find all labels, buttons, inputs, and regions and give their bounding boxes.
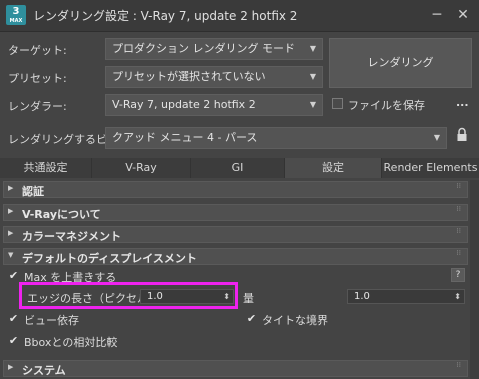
close-button[interactable]: ✕ [452, 4, 474, 26]
minimize-icon: ─ [432, 7, 442, 23]
rollout-title: デフォルトのディスプレイスメント [22, 252, 197, 265]
tab-gi[interactable]: GI [191, 158, 285, 178]
help-button[interactable]: ? [451, 268, 465, 282]
renderer-label: レンダラー: [8, 100, 67, 113]
preset-value: プリセットが選択されていない [112, 70, 266, 83]
app-icon-number: 3 [12, 6, 20, 17]
expand-right-icon: ▶ [8, 229, 14, 237]
window-title: レンダリング設定 : V-Ray 7, update 2 hotfix 2 [33, 9, 298, 23]
save-file-label: ファイルを保存 [348, 99, 425, 112]
grip-icon: ⁞⁞ [456, 205, 461, 213]
preset-dropdown[interactable]: プリセットが選択されていない ▼ [105, 66, 323, 88]
app-max-icon: 3 MAX [6, 5, 26, 25]
tab-vray[interactable]: V-Ray [92, 158, 191, 178]
chevron-down-icon: ▼ [309, 44, 316, 53]
tab-settings[interactable]: 設定 [285, 158, 382, 178]
rollout-title: システム [22, 364, 66, 377]
tab-render-elements[interactable]: Render Elements [382, 158, 479, 178]
rollout-title: カラーマネジメント [22, 230, 121, 243]
amount-value: 1.0 [354, 291, 370, 302]
target-label: ターゲット: [8, 44, 67, 57]
minimize-button[interactable]: ─ [426, 4, 448, 26]
grip-icon: ⁞⁞ [456, 361, 461, 369]
expand-right-icon: ▶ [8, 184, 14, 192]
rollout-color-management[interactable]: ▶ カラーマネジメント ⁞⁞ [3, 226, 468, 243]
chevron-down-icon: ▼ [309, 72, 316, 81]
expand-right-icon: ▶ [8, 207, 14, 215]
rollout-system[interactable]: ▶ システム ⁞⁞ [3, 360, 468, 377]
rollout-about[interactable]: ▶ V-Rayについて ⁞⁞ [3, 204, 468, 221]
highlight-box [19, 282, 238, 309]
view-dropdown[interactable]: クアッド メニュー 4 - パース ▼ [105, 127, 447, 149]
view-value: クアッド メニュー 4 - パース [112, 131, 258, 144]
close-icon: ✕ [457, 7, 469, 23]
amount-label: 量 [243, 292, 254, 305]
rollout-displacement[interactable]: ▼ デフォルトのディスプレイスメント ⁞⁞ [3, 248, 468, 265]
title-bar: 3 MAX レンダリング設定 : V-Ray 7, update 2 hotfi… [0, 0, 479, 32]
grip-icon: ⁞⁞ [456, 227, 461, 235]
grip-icon: ⁞⁞ [456, 249, 461, 257]
rollout-title: 認証 [22, 185, 44, 198]
more-options-button[interactable]: ... [456, 96, 469, 109]
spinner-arrows-icon: ⬍ [454, 292, 461, 301]
chevron-down-icon: ▼ [309, 100, 316, 109]
target-value: プロダクション レンダリング モード [112, 42, 295, 55]
rollout-title: V-Rayについて [22, 208, 101, 221]
renderer-dropdown[interactable]: V-Ray 7, update 2 hotfix 2 ▼ [105, 94, 323, 116]
view-dependent-checkbox[interactable]: ✔ [8, 313, 19, 324]
lock-icon[interactable] [456, 127, 468, 143]
tight-bounds-checkbox[interactable]: ✔ [246, 313, 257, 324]
preset-label: プリセット: [8, 72, 67, 85]
amount-spinner[interactable]: 1.0 ⬍ [347, 289, 465, 304]
expand-right-icon: ▶ [8, 363, 14, 371]
render-button[interactable]: レンダリング [329, 38, 472, 88]
grip-icon: ⁞⁞ [456, 182, 461, 190]
target-dropdown[interactable]: プロダクション レンダリング モード ▼ [105, 38, 323, 60]
scrollbar[interactable] [470, 180, 479, 379]
app-icon-sub: MAX [9, 18, 23, 24]
view-dependent-label: ビュー依存 [24, 314, 79, 327]
renderer-value: V-Ray 7, update 2 hotfix 2 [112, 98, 256, 111]
rollout-auth[interactable]: ▶ 認証 ⁞⁞ [3, 181, 468, 198]
override-max-checkbox[interactable]: ✔ [8, 270, 19, 281]
bbox-relative-checkbox[interactable]: ✔ [8, 335, 19, 346]
save-file-checkbox[interactable] [332, 98, 343, 109]
bbox-relative-label: Bboxとの相対比較 [24, 336, 118, 349]
tight-bounds-label: タイトな境界 [262, 314, 328, 327]
expand-down-icon: ▼ [8, 251, 14, 259]
tab-common[interactable]: 共通設定 [0, 158, 92, 178]
chevron-down-icon: ▼ [433, 133, 440, 142]
